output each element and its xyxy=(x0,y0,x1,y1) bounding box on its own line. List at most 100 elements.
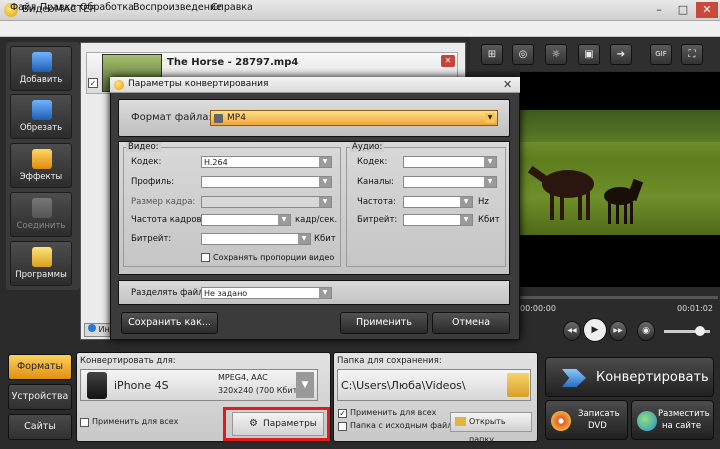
chevron-down-icon: ▼ xyxy=(319,177,331,187)
time-end: 00:01:02 xyxy=(677,304,713,313)
file-name: The Horse - 28797.mp4 xyxy=(167,57,299,68)
speed-icon[interactable]: ▣ xyxy=(578,44,600,65)
format-select[interactable]: MP4 ▼ xyxy=(210,110,498,126)
apply-all-checkbox[interactable] xyxy=(80,418,89,427)
format-file-icon xyxy=(214,114,223,123)
chevron-down-icon: ▼ xyxy=(278,215,290,225)
dvd-label-2: DVD xyxy=(588,421,607,431)
audio-channels-select[interactable]: ▼ xyxy=(403,176,497,188)
prev-button[interactable]: ◀◀ xyxy=(563,321,581,341)
sidebar-item-trim[interactable]: Обрезать xyxy=(10,94,72,139)
save-folder-label: Папка для сохранения: xyxy=(337,356,442,366)
sidebar-item-label: Соединить xyxy=(16,221,66,231)
sidebar-item-add[interactable]: Добавить xyxy=(10,46,72,91)
audio-rate-unit: Hz xyxy=(478,197,489,207)
cancel-button[interactable]: Отмена xyxy=(432,312,510,334)
globe-icon xyxy=(637,411,657,431)
open-folder-button[interactable]: Открыть папку xyxy=(450,412,532,444)
chevron-down-icon: ▼ xyxy=(485,113,495,123)
audio-codec-select[interactable]: ▼ xyxy=(403,156,497,168)
play-button[interactable]: ▶ xyxy=(583,318,607,342)
browse-folder-icon[interactable] xyxy=(507,373,529,397)
frame-rate-label: Частота кадров: xyxy=(131,215,205,225)
audio-bitrate-unit: Кбит xyxy=(478,215,500,225)
join-icon xyxy=(32,198,52,218)
save-apply-all-label: Применить для всех xyxy=(350,408,437,417)
tab-devices[interactable]: Устройства xyxy=(8,384,72,410)
format-value: MP4 xyxy=(227,113,246,123)
chevron-down-icon[interactable]: ▼ xyxy=(296,372,314,398)
crop-icon[interactable]: ⊞ xyxy=(481,44,503,65)
video-codec-label: Кодек: xyxy=(131,157,162,167)
dialog-close-button[interactable]: ✕ xyxy=(503,78,512,91)
sidebar-item-effects[interactable]: Эффекты xyxy=(10,143,72,188)
remove-file-button[interactable]: ✕ xyxy=(441,55,455,67)
trim-icon xyxy=(32,100,52,120)
add-video-icon xyxy=(32,52,52,72)
file-checkbox[interactable]: ✓ xyxy=(88,78,98,88)
menu-process[interactable]: Обработка xyxy=(80,2,134,13)
video-bitrate-label: Битрейт: xyxy=(131,234,172,244)
folder-icon xyxy=(455,417,466,426)
sidebar-item-join[interactable]: Соединить xyxy=(10,192,72,237)
burn-dvd-button[interactable]: Записать DVD xyxy=(545,400,628,440)
apply-all-label: Применить для всех xyxy=(92,417,179,426)
dialog-app-icon xyxy=(114,80,124,90)
convert-button[interactable]: Конвертировать xyxy=(545,357,714,397)
next-button[interactable]: ▶▶ xyxy=(609,321,627,341)
maximize-button[interactable]: □ xyxy=(672,2,694,18)
video-codec-select[interactable]: H.264 ▼ xyxy=(201,156,332,168)
run-icon[interactable]: ➔ xyxy=(610,44,632,65)
audio-bitrate-select[interactable]: ▼ xyxy=(403,214,473,226)
video-bitrate-select[interactable]: ▼ xyxy=(201,233,311,245)
close-window-button[interactable]: ✕ xyxy=(696,2,718,18)
tab-sites[interactable]: Сайты xyxy=(8,414,72,440)
save-as-button[interactable]: Сохранить как... xyxy=(121,312,218,334)
menu-playback[interactable]: Воспроизведение xyxy=(133,2,222,13)
convert-arrow-icon xyxy=(562,369,586,387)
snapshot-icon[interactable]: ◎ xyxy=(512,44,534,65)
chevron-down-icon: ▼ xyxy=(460,215,472,225)
apply-button[interactable]: Применить xyxy=(340,312,428,334)
params-button[interactable]: ⚙ Параметры xyxy=(232,412,324,436)
keep-ratio-checkbox[interactable] xyxy=(201,253,210,262)
minimize-button[interactable]: – xyxy=(648,2,670,18)
source-folder-checkbox[interactable] xyxy=(338,422,347,431)
split-select[interactable]: Не задано ▼ xyxy=(201,287,332,299)
video-bitrate-unit: Кбит xyxy=(314,234,336,244)
seek-bar[interactable] xyxy=(520,296,718,299)
save-apply-all-checkbox[interactable]: ✓ xyxy=(338,409,347,418)
chevron-down-icon: ▼ xyxy=(460,197,472,207)
video-codec-value: H.264 xyxy=(204,158,228,167)
frame-rate-select[interactable]: ▼ xyxy=(201,214,291,226)
convert-for-label: Конвертировать для: xyxy=(80,356,176,366)
sidebar-item-programs[interactable]: Программы xyxy=(10,241,72,286)
audio-rate-select[interactable]: ▼ xyxy=(403,196,473,208)
sidebar-item-label: Обрезать xyxy=(19,123,63,133)
web-label-2: на сайте xyxy=(662,421,702,431)
video-profile-select[interactable]: ▼ xyxy=(201,176,332,188)
frame-size-label: Размер кадра: xyxy=(131,197,196,207)
programs-icon xyxy=(32,247,52,267)
volume-knob[interactable] xyxy=(695,326,705,336)
fullscreen-icon[interactable]: ⛶ xyxy=(681,44,703,65)
tab-formats[interactable]: Форматы xyxy=(8,354,72,380)
menu-edit[interactable]: Правка xyxy=(40,2,76,13)
publish-web-button[interactable]: Разместить на сайте xyxy=(631,400,714,440)
menu-help[interactable]: Справка xyxy=(211,2,253,13)
volume-icon[interactable]: ◉ xyxy=(637,321,655,341)
gif-icon[interactable]: GIF xyxy=(650,44,672,65)
audio-rate-label: Частота: xyxy=(357,197,396,207)
keep-ratio-label: Сохранять пропорции видео xyxy=(213,253,335,262)
chevron-down-icon: ▼ xyxy=(484,177,496,187)
menu-file[interactable]: Файл xyxy=(10,2,36,13)
audio-group-title: Аудио: xyxy=(350,142,385,152)
video-group-title: Видео: xyxy=(126,142,161,152)
dialog-title: Параметры конвертирования xyxy=(128,79,269,89)
device-spec: 320x240 (700 Кбит) xyxy=(218,386,301,395)
save-path-value: C:\Users\Люба\Videos\ xyxy=(341,379,466,392)
split-value: Не задано xyxy=(204,289,248,298)
brightness-icon[interactable]: ☼ xyxy=(545,44,567,65)
chevron-down-icon: ▼ xyxy=(298,234,310,244)
frame-size-select[interactable]: ▼ xyxy=(201,196,332,208)
